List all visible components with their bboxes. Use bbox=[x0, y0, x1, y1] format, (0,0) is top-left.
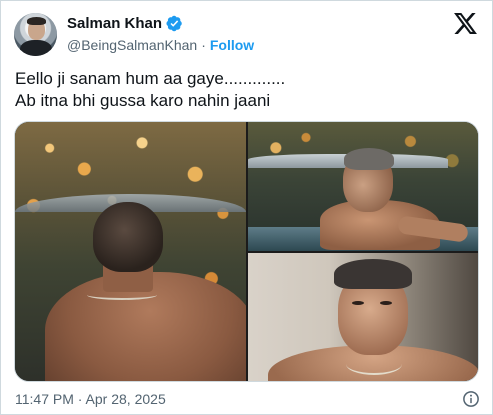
tweet-card: Salman Khan @BeingSalmanKhan · Follow Ee… bbox=[0, 0, 493, 415]
info-icon[interactable] bbox=[462, 390, 480, 408]
photo-3-right-eye bbox=[380, 301, 392, 305]
author-name-row: Salman Khan bbox=[67, 15, 183, 32]
x-logo-icon[interactable] bbox=[454, 13, 477, 34]
photo-1[interactable] bbox=[15, 122, 246, 381]
photo-3[interactable] bbox=[248, 253, 478, 381]
media-grid bbox=[14, 121, 479, 382]
photo-2[interactable] bbox=[248, 122, 478, 251]
separator-dot: · bbox=[201, 37, 206, 53]
author-handle[interactable]: @BeingSalmanKhan bbox=[67, 37, 197, 53]
photo-2-hair bbox=[344, 148, 394, 170]
photo-3-chain bbox=[346, 353, 402, 375]
photo-1-head bbox=[93, 202, 163, 272]
avatar-hair bbox=[27, 17, 46, 25]
photo-3-left-eye bbox=[352, 301, 364, 305]
avatar-body bbox=[20, 40, 52, 56]
author-display-name[interactable]: Salman Khan bbox=[67, 15, 162, 32]
verified-badge-icon bbox=[166, 15, 182, 32]
photo-1-chain bbox=[87, 290, 157, 300]
author-handle-row: @BeingSalmanKhan · Follow bbox=[67, 37, 254, 53]
tweet-footer: 11:47 PM · Apr 28, 2025 bbox=[15, 390, 480, 408]
tweet-text: Eello ji sanam hum aa gaye............. … bbox=[15, 69, 286, 110]
avatar[interactable] bbox=[14, 13, 57, 56]
photo-3-hair bbox=[334, 259, 412, 289]
tweet-timestamp[interactable]: 11:47 PM · Apr 28, 2025 bbox=[15, 391, 166, 407]
follow-button[interactable]: Follow bbox=[210, 37, 254, 53]
